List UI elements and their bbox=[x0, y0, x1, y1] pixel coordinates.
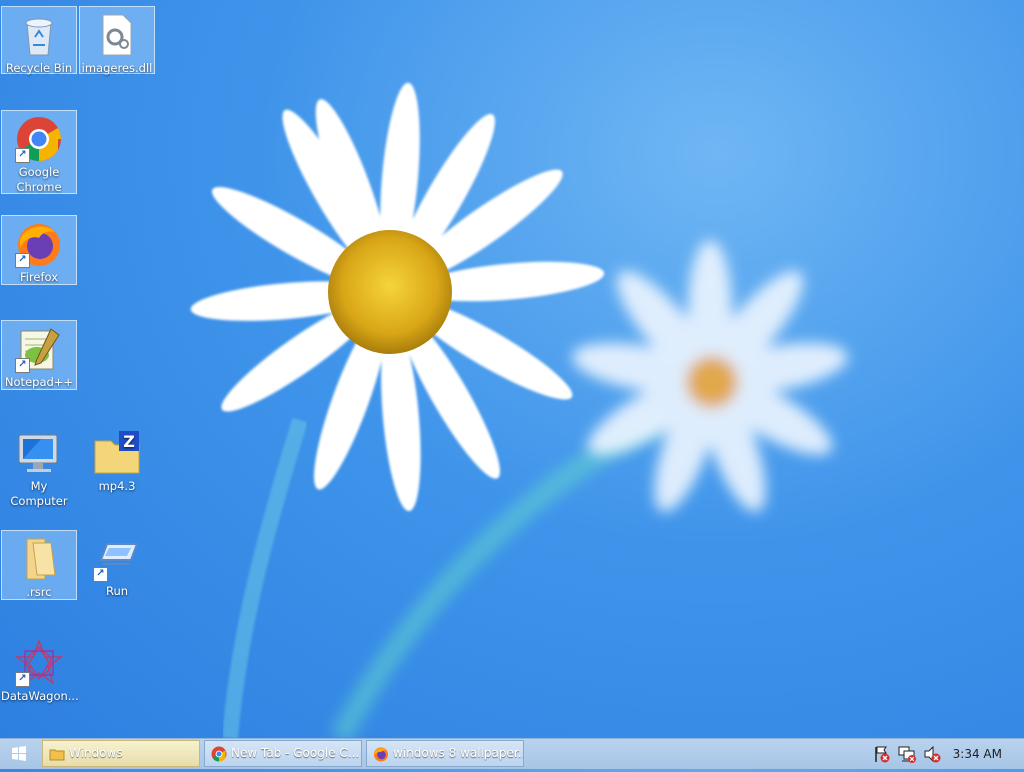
notepad-plus-plus-icon: ↗ bbox=[15, 325, 63, 373]
desktop-icon-rsrc[interactable]: .rsrc bbox=[1, 530, 77, 600]
desktop-icon-label: imageres.dll bbox=[81, 61, 153, 75]
taskbar-button-chrome[interactable]: New Tab - Google C... bbox=[204, 740, 362, 767]
desktop-icon-label: Run bbox=[105, 584, 129, 598]
datawagon-icon: ↗ bbox=[14, 639, 64, 687]
firefox-icon bbox=[374, 747, 388, 762]
taskbar: Windows New Tab - Google C... windows 8 … bbox=[0, 738, 1024, 769]
folder-icon bbox=[15, 535, 63, 583]
volume-muted-icon[interactable] bbox=[922, 739, 942, 769]
desktop-icon-label: mp4.3 bbox=[98, 479, 136, 493]
taskbar-button-firefox[interactable]: windows 8 wallpaper... bbox=[366, 740, 524, 767]
desktop-icon-run[interactable]: ↗ Run bbox=[79, 530, 155, 600]
chrome-icon bbox=[211, 746, 227, 762]
computer-icon bbox=[15, 429, 63, 477]
svg-text:Z: Z bbox=[123, 432, 135, 451]
desktop-icon-recycle-bin[interactable]: Recycle Bin bbox=[1, 6, 77, 75]
desktop-icon-mp4-3[interactable]: Z mp4.3 bbox=[79, 425, 155, 495]
taskbar-button-label: New Tab - Google C... bbox=[231, 746, 360, 760]
windows-logo-icon bbox=[12, 746, 26, 761]
desktop-icon-label: Firefox bbox=[19, 270, 59, 284]
desktop-icon-label: Recycle Bin bbox=[5, 61, 73, 75]
desktop-icon-label: Notepad++ bbox=[4, 375, 74, 389]
desktop-icon-label: .rsrc bbox=[26, 585, 52, 599]
recycle-bin-icon bbox=[15, 11, 63, 59]
taskbar-button-label: windows 8 wallpaper... bbox=[393, 746, 524, 760]
desktop-wallpaper bbox=[190, 82, 848, 738]
chrome-icon: ↗ bbox=[15, 115, 63, 163]
desktop-icon-firefox[interactable]: ↗ Firefox bbox=[1, 215, 77, 285]
folder-icon bbox=[49, 749, 65, 761]
taskbar-button-label: Windows bbox=[69, 746, 123, 760]
desktop-icon-datawagon[interactable]: ↗ DataWagon... bbox=[1, 635, 79, 705]
shortcut-arrow-icon: ↗ bbox=[15, 358, 30, 373]
run-icon: ↗ bbox=[93, 534, 141, 582]
desktop-icon-my-computer[interactable]: My Computer bbox=[1, 425, 77, 508]
shortcut-arrow-icon: ↗ bbox=[15, 253, 30, 268]
dll-file-icon bbox=[93, 11, 141, 59]
firefox-icon: ↗ bbox=[15, 220, 63, 268]
shortcut-arrow-icon: ↗ bbox=[15, 148, 30, 163]
desktop-icon-label: My Computer bbox=[10, 479, 68, 508]
network-icon[interactable] bbox=[896, 739, 918, 769]
desktop-icon-google-chrome[interactable]: ↗ Google Chrome bbox=[1, 110, 77, 194]
taskbar-button-windows-folder[interactable]: Windows bbox=[42, 740, 200, 767]
desktop-icon-label: Google Chrome bbox=[16, 165, 62, 194]
action-center-flag-icon[interactable] bbox=[872, 739, 892, 769]
desktop-icon-imageres-dll[interactable]: imageres.dll bbox=[79, 6, 155, 75]
shortcut-arrow-icon: ↗ bbox=[93, 567, 108, 582]
desktop-icon-label: DataWagon... bbox=[1, 689, 79, 703]
shortcut-arrow-icon: ↗ bbox=[15, 672, 30, 687]
zip-folder-icon: Z bbox=[93, 429, 141, 477]
start-button[interactable] bbox=[0, 739, 38, 769]
taskbar-clock[interactable]: 3:34 AM bbox=[953, 739, 1002, 769]
desktop-icon-notepad-plus-plus[interactable]: ↗ Notepad++ bbox=[1, 320, 77, 390]
